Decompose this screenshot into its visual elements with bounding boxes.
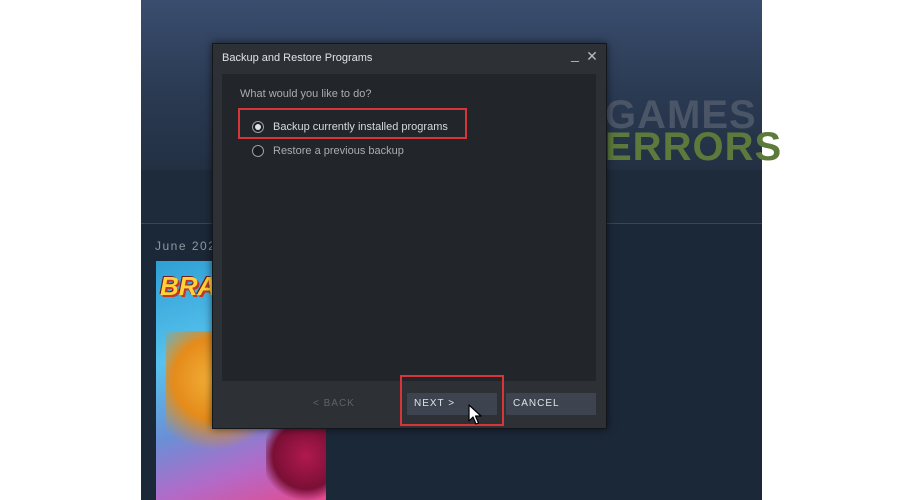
option-restore[interactable]: Restore a previous backup: [252, 142, 404, 160]
prompt-text: What would you like to do?: [240, 88, 372, 100]
option-backup[interactable]: Backup currently installed programs: [252, 118, 448, 136]
option-backup-label: Backup currently installed programs: [273, 121, 448, 133]
game-logo: BRA: [160, 271, 217, 301]
radio-unselected-icon[interactable]: [252, 145, 264, 157]
section-date-label: June 202: [155, 239, 217, 253]
mouse-pointer-icon: [468, 404, 482, 425]
dialog-title: Backup and Restore Programs: [222, 52, 373, 64]
close-icon[interactable]: ✕: [585, 48, 599, 64]
watermark-errors: ERRORS: [605, 125, 783, 169]
cancel-button[interactable]: CANCEL: [506, 393, 596, 415]
option-restore-label: Restore a previous backup: [273, 145, 404, 157]
back-button[interactable]: < BACK: [306, 393, 394, 415]
radio-selected-icon[interactable]: [252, 121, 264, 133]
dialog-titlebar[interactable]: Backup and Restore Programs _ ✕: [213, 44, 606, 72]
backup-restore-dialog: Backup and Restore Programs _ ✕ What wou…: [212, 43, 607, 429]
minimize-icon[interactable]: _: [568, 46, 582, 62]
dialog-content-panel: What would you like to do? Backup curren…: [222, 74, 596, 381]
next-button[interactable]: NEXT >: [407, 393, 497, 415]
